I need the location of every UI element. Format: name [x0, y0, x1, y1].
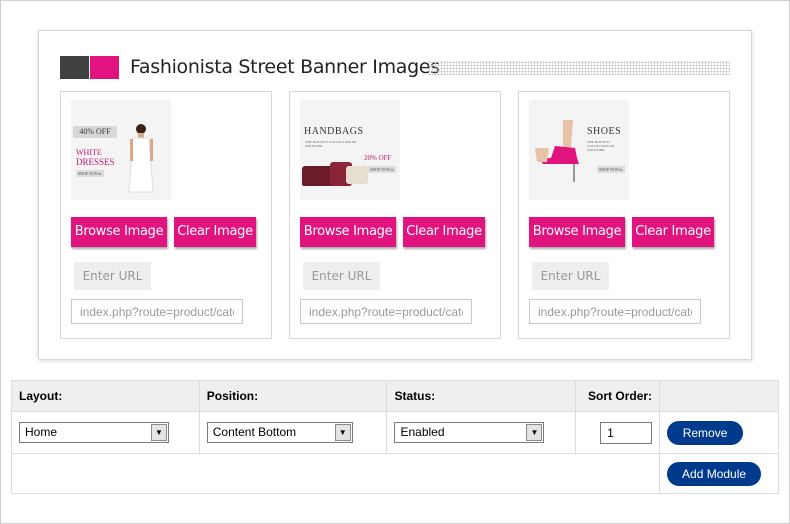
image-headline: SHOES — [587, 126, 622, 137]
sort-order-cell — [575, 411, 661, 454]
banner-card-3: SHOES THE HOTTEST COLLECTION OF ARTWORK … — [518, 91, 730, 339]
layout-select[interactable]: Home ▼ — [19, 422, 169, 443]
discount-tag: 20% OFF — [364, 154, 392, 162]
discount-tag: 40% OFF — [73, 126, 117, 138]
position-select[interactable]: Content Bottom ▼ — [206, 422, 353, 443]
actions-header — [659, 380, 779, 412]
image-headline: HANDBAGS — [304, 126, 364, 137]
clear-image-button[interactable]: Clear Image — [174, 217, 256, 247]
banner-card-2: HANDBAGS THE HOTTEST COLLECTION OF ARTWO… — [289, 91, 501, 339]
image-line-1: WHITE — [76, 148, 102, 157]
dropdown-arrow-icon[interactable]: ▼ — [526, 424, 543, 441]
layout-select-value: Home — [25, 425, 58, 439]
dropdown-arrow-icon[interactable]: ▼ — [151, 424, 167, 441]
handbag-icon — [346, 166, 368, 184]
title-square-dark-icon — [60, 56, 89, 79]
url-input[interactable] — [71, 299, 243, 324]
add-module-button[interactable]: Add Module — [667, 461, 762, 486]
status-select[interactable]: Enabled ▼ — [394, 422, 545, 443]
banner-image-shoes[interactable]: SHOES THE HOTTEST COLLECTION OF ARTWORK … — [529, 100, 629, 200]
banner-images-panel: Fashionista Street Banner Images 40% OFF… — [38, 30, 752, 360]
banner-card-1: 40% OFF WHITE DRESSES SHOP NOW ▸ Browse … — [60, 91, 272, 339]
enter-url-label: Enter URL — [303, 262, 380, 290]
image-subtitle: THE HOTTEST COLLECTION OF ARTWORK — [587, 140, 615, 152]
add-module-row: Add Module — [10, 453, 779, 494]
enter-url-label: Enter URL — [532, 262, 609, 290]
remove-cell: Remove — [659, 411, 779, 454]
banner-image-dresses[interactable]: 40% OFF WHITE DRESSES SHOP NOW ▸ — [71, 100, 171, 200]
url-input[interactable] — [529, 299, 701, 324]
browse-image-button[interactable]: Browse Image — [529, 217, 625, 247]
position-cell: Content Bottom ▼ — [198, 411, 388, 454]
status-select-value: Enabled — [400, 425, 445, 439]
table-row: Home ▼ Content Bottom ▼ Enabled ▼ 1 Remo… — [11, 411, 779, 454]
dotted-divider — [428, 61, 730, 75]
image-cta: SHOP NOW ▸ — [597, 166, 625, 173]
empty-cell — [10, 453, 661, 494]
woman-in-dress-icon — [128, 124, 154, 193]
enter-url-label: Enter URL — [74, 262, 151, 290]
browse-image-button[interactable]: Browse Image — [71, 217, 167, 247]
status-cell: Enabled ▼ — [386, 411, 577, 454]
position-header: Position: — [198, 380, 388, 412]
panel-header: Fashionista Street Banner Images — [60, 55, 732, 81]
layout-cell: Home ▼ — [11, 411, 200, 454]
dropdown-arrow-icon[interactable]: ▼ — [334, 424, 351, 441]
sort-order-input[interactable] — [600, 421, 653, 444]
sort-order-header: Sort Order: — [575, 380, 661, 412]
status-header: Status: — [386, 380, 577, 412]
module-table: Layout: Position: Status: Sort Order: Ho… — [10, 380, 779, 494]
image-cta: SHOP NOW ▸ — [368, 166, 396, 173]
clear-image-button[interactable]: Clear Image — [632, 217, 714, 247]
panel-title: Fashionista Street Banner Images — [130, 56, 440, 78]
image-subtitle: THE HOTTEST COLLECTION OF ARTWORK — [305, 140, 357, 148]
layout-header: Layout: — [11, 380, 200, 412]
high-heel-shoes-icon — [535, 120, 579, 182]
browse-image-button[interactable]: Browse Image — [300, 217, 396, 247]
image-line-2: DRESSES — [76, 157, 115, 167]
url-input[interactable] — [300, 299, 472, 324]
image-cta: SHOP NOW ▸ — [76, 170, 104, 177]
title-square-pink-icon — [90, 56, 119, 79]
module-table-header: Layout: Position: Status: Sort Order: — [11, 380, 779, 412]
clear-image-button[interactable]: Clear Image — [403, 217, 485, 247]
banner-image-handbags[interactable]: HANDBAGS THE HOTTEST COLLECTION OF ARTWO… — [300, 100, 400, 200]
remove-button[interactable]: Remove — [667, 420, 744, 445]
add-module-cell: Add Module — [659, 453, 779, 494]
position-select-value: Content Bottom — [212, 425, 297, 439]
